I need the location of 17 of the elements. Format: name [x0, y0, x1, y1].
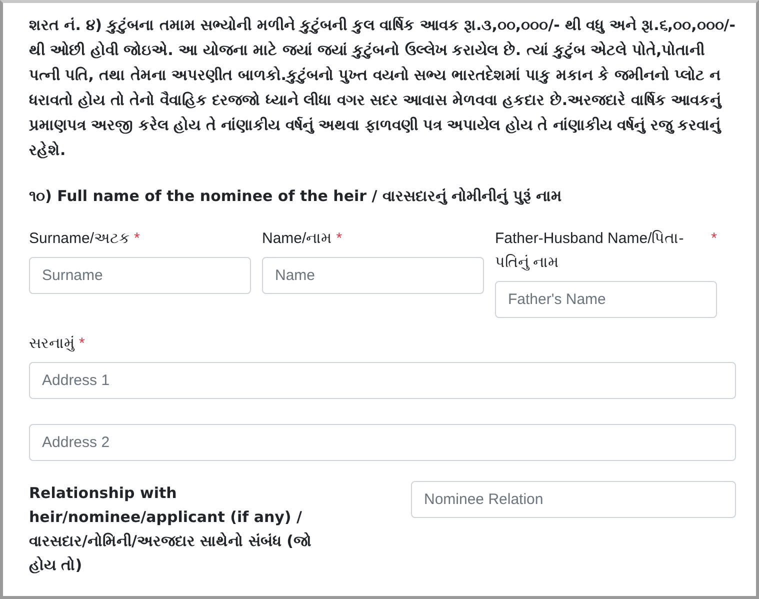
text-field[interactable]: Address 1	[29, 362, 736, 399]
eligibility-notice: શરત નં. ૪) કુટુંબના તમામ સભ્યોની મળીને કુટુંબની કુલ વાર્ષિક આવક રૂા.૩,૦૦,૦૦૦/- થી વધુ અને રૂા.૬,૦૦,૦૦૦/- થી ઓછી હોવી જોઇએ. આ યોજના માટે જયાં જયાં કુટુંબનો ઉલ્લેખ કરાયેલ છે. ત્યાં કુટુંબ એટલે પોતે,પોતાની પત્ની પતિ, તથા તેમના અપરણીત બાળકો.કુટુંબનો પુખ્ત વયનો સભ્ય ભારતદેશમાં પાકુ મકાન કે જમીનનો પ્લોટ ન ધરાવતો હોય તો તેનો વૈવાહિક દરજજો ધ્યાને લીધા વગર સદર આવાસ મેળવવા હકદાર છે.અરજદારે વાર્ષિક આવકનું પ્રમાણપત્ર અરજી કરેલ હોય તે નાંણાકીય વર્ષનું અથવા ફાળવણી પત્ર અપાયેલ હોય તે નાંણાકીય વર્ષનું રજુ કરવાનું રહેશે.	[29, 15, 736, 161]
text-field[interactable]: Surname	[29, 257, 251, 294]
field-label: સરનામું	[29, 334, 75, 354]
text-field[interactable]: Nominee Relation	[411, 481, 736, 518]
field-label: Surname/અટક	[29, 229, 130, 249]
required-mark: *	[134, 229, 140, 249]
text-field[interactable]: Father's Name	[495, 281, 717, 318]
required-mark: *	[711, 229, 717, 249]
text-field[interactable]: Name	[262, 257, 484, 294]
field-label: Father-Husband Name/પિતા-પતિનું નામ	[495, 229, 685, 273]
required-mark: *	[79, 334, 85, 354]
text-field[interactable]: Address 2	[29, 424, 736, 461]
field-label: Name/નામ	[262, 229, 332, 249]
section-heading: ૧૦) Full name of the nominee of the heir / વારસદારનું નોમીનીનું પુરૂં નામ	[29, 187, 564, 205]
relationship-label: Relationship with heir/nominee/applicant (if any) / વારસદાર/નોમિની/અરજદાર સાથેનો સંબંધ (જો હોય તો)	[29, 483, 312, 576]
required-mark: *	[336, 229, 342, 249]
